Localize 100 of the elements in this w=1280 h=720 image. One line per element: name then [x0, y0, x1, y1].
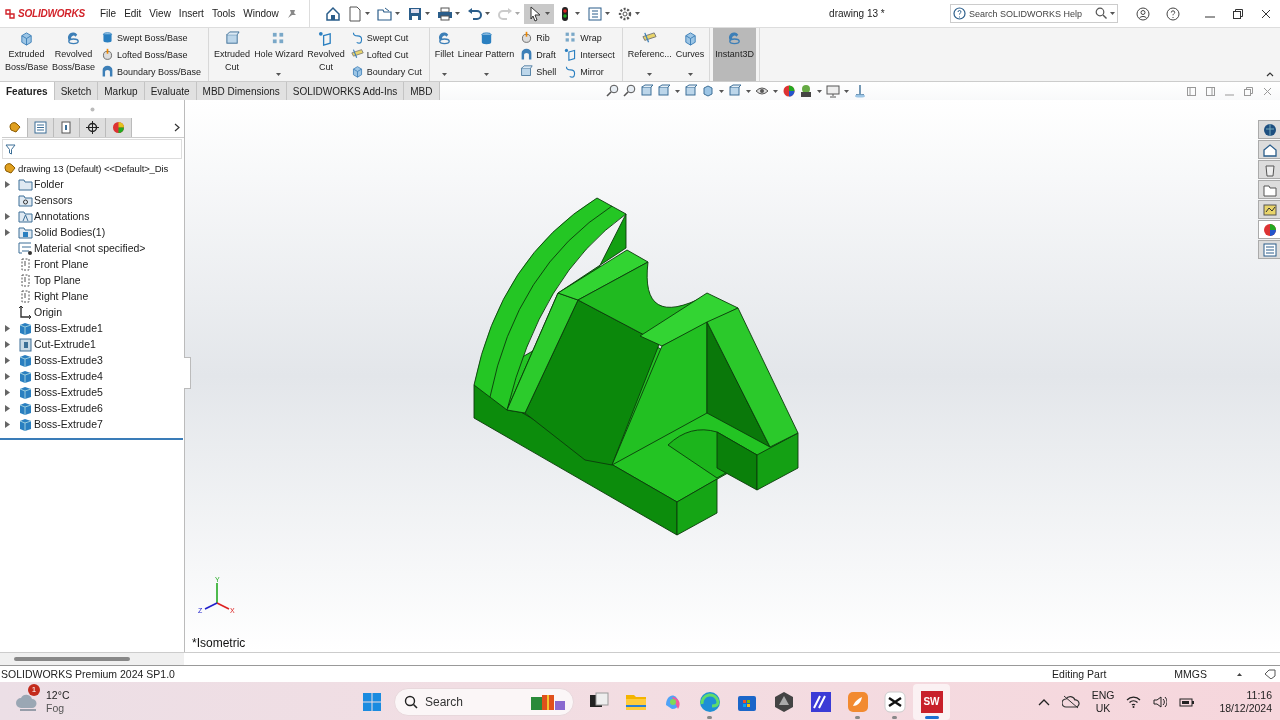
toolbar-button[interactable] — [523, 3, 554, 24]
ribbon-button[interactable]: Boundary Boss/Base — [99, 63, 204, 80]
filter-field[interactable] — [2, 139, 182, 159]
ribbon-button[interactable]: Extruded Boss/Base — [3, 28, 50, 81]
color-ball-icon[interactable] — [782, 84, 796, 98]
tree-root[interactable]: drawing 13 (Default) <<Default>_Dis — [18, 162, 169, 174]
expand-arrow-icon[interactable] — [5, 420, 10, 428]
tree-item[interactable]: Right Plane — [34, 290, 89, 302]
volume-icon[interactable] — [1153, 695, 1168, 708]
caret-icon[interactable] — [1109, 11, 1116, 16]
tree-item[interactable]: Origin — [34, 306, 62, 318]
search-field[interactable]: Search SOLIDWORKS Help — [950, 4, 1118, 23]
caret-icon[interactable] — [674, 88, 681, 94]
tree-item[interactable]: Cut-Extrude1 — [34, 338, 96, 350]
search-field[interactable]: Search — [394, 687, 574, 716]
task-pane-tab[interactable] — [1258, 140, 1280, 159]
panel-handle[interactable] — [184, 357, 191, 389]
caret-icon[interactable] — [772, 88, 779, 94]
task-pane-tab[interactable] — [1258, 120, 1280, 139]
collapse-icon[interactable] — [1266, 71, 1274, 77]
user-icon[interactable] — [1136, 6, 1150, 21]
ribbon-button[interactable]: Wrap — [562, 29, 617, 46]
ribbon-button[interactable]: Shell — [518, 63, 559, 80]
pin-icon[interactable] — [286, 8, 297, 19]
menu-item[interactable]: View — [149, 8, 171, 19]
chevron-up-icon[interactable] — [1037, 697, 1050, 706]
clock-date[interactable]: 18/12/2024 — [1219, 701, 1272, 715]
tree-item[interactable]: Annotations — [34, 210, 90, 222]
wifi-icon[interactable] — [1126, 695, 1142, 708]
clock-time[interactable]: 11:16 — [1246, 688, 1272, 702]
ribbon-button[interactable]: Referenc... — [625, 28, 674, 81]
expand-arrow-icon[interactable] — [5, 356, 10, 364]
ribbon-button[interactable]: Swept Boss/Base — [99, 29, 204, 46]
ribbon-button[interactable]: Hole Wizard — [252, 28, 306, 81]
taskbar-app[interactable]: SW — [913, 683, 950, 720]
ribbon-button[interactable]: Swept Cut — [348, 29, 424, 46]
tree-item[interactable]: Boss-Extrude6 — [34, 402, 103, 414]
ribbon-button[interactable]: Mirror — [562, 63, 617, 80]
expand-arrow-icon[interactable] — [5, 212, 10, 220]
panel-right-icon[interactable] — [1206, 86, 1215, 96]
grip-icon[interactable] — [89, 106, 95, 112]
expand-arrow-icon[interactable] — [5, 340, 10, 348]
restore-icon[interactable] — [1233, 8, 1243, 19]
caret-icon[interactable] — [718, 88, 725, 94]
menu-item[interactable]: Tools — [211, 8, 236, 19]
ribbon-button[interactable]: Lofted Boss/Base — [99, 46, 204, 63]
caret-icon[interactable] — [843, 88, 850, 94]
tree-item[interactable]: Boss-Extrude5 — [34, 386, 103, 398]
task-pane-tab[interactable] — [1258, 220, 1280, 239]
menu-item[interactable]: Edit — [124, 8, 142, 19]
expand-arrow-icon[interactable] — [5, 404, 10, 412]
zoom-area-icon[interactable] — [623, 84, 637, 98]
cloud-off-icon[interactable] — [1061, 694, 1080, 709]
zoom-fit-icon[interactable] — [606, 84, 620, 98]
ribbon-button[interactable]: Lofted Cut — [348, 46, 424, 63]
tag-icon[interactable] — [1264, 669, 1276, 679]
tree-item[interactable]: Boss-Extrude4 — [34, 370, 103, 382]
expand-arrow-icon[interactable] — [5, 372, 10, 380]
search-icon[interactable] — [1095, 7, 1107, 19]
tab[interactable]: Markup — [98, 82, 145, 100]
tree-item[interactable]: Sensors — [34, 194, 73, 206]
ribbon-button[interactable]: Intersect — [562, 46, 617, 63]
tab[interactable]: MBD — [404, 82, 440, 100]
close-icon[interactable] — [1261, 8, 1271, 19]
view-cube-icon[interactable] — [701, 84, 715, 98]
ribbon-button[interactable]: Extruded Cut — [212, 28, 253, 81]
tree-item[interactable]: Folder — [34, 178, 64, 190]
tree-item[interactable]: Material <not specified> — [34, 242, 146, 254]
tab[interactable]: Sketch — [54, 82, 99, 100]
tab[interactable]: SOLIDWORKS Add-Ins — [286, 82, 405, 100]
task-pane-tab[interactable] — [1258, 180, 1280, 199]
expand-arrow-icon[interactable] — [5, 324, 10, 332]
expand-arrow-icon[interactable] — [5, 228, 10, 236]
tree-item[interactable]: Boss-Extrude3 — [34, 354, 103, 366]
region-indicator[interactable]: UK — [1095, 701, 1111, 715]
tab[interactable]: MBD Dimensions — [196, 82, 287, 100]
ribbon-button[interactable]: Fillet — [432, 28, 456, 81]
anchor-icon[interactable] — [853, 84, 867, 98]
panel-tab[interactable] — [80, 118, 106, 137]
ribbon-button[interactable]: Instant3D — [713, 28, 756, 81]
caret-icon[interactable] — [816, 88, 823, 94]
language-indicator[interactable]: ENG — [1091, 688, 1115, 702]
tab[interactable]: Features — [0, 82, 55, 100]
panel-left-icon[interactable] — [1187, 86, 1196, 96]
scene-icon[interactable] — [799, 84, 813, 98]
task-pane-tab[interactable] — [1258, 240, 1280, 259]
ribbon-button[interactable]: Draft — [518, 46, 559, 63]
start-button[interactable] — [362, 691, 382, 712]
caret-icon[interactable] — [745, 88, 752, 94]
chevron-icon[interactable] — [174, 123, 180, 132]
help-icon[interactable] — [1166, 6, 1180, 21]
eye-icon[interactable] — [755, 84, 769, 98]
tree-item[interactable]: Solid Bodies(1) — [34, 226, 106, 238]
tree-item[interactable]: Boss-Extrude7 — [34, 418, 103, 430]
tree-item[interactable]: Boss-Extrude1 — [34, 322, 103, 334]
expand-arrow-icon[interactable] — [5, 180, 10, 188]
menu-item[interactable]: File — [100, 8, 117, 19]
ribbon-button[interactable]: Revolved Boss/Base — [50, 28, 98, 81]
up-caret-icon[interactable] — [1237, 672, 1242, 676]
ribbon-button[interactable]: Boundary Cut — [348, 63, 424, 80]
